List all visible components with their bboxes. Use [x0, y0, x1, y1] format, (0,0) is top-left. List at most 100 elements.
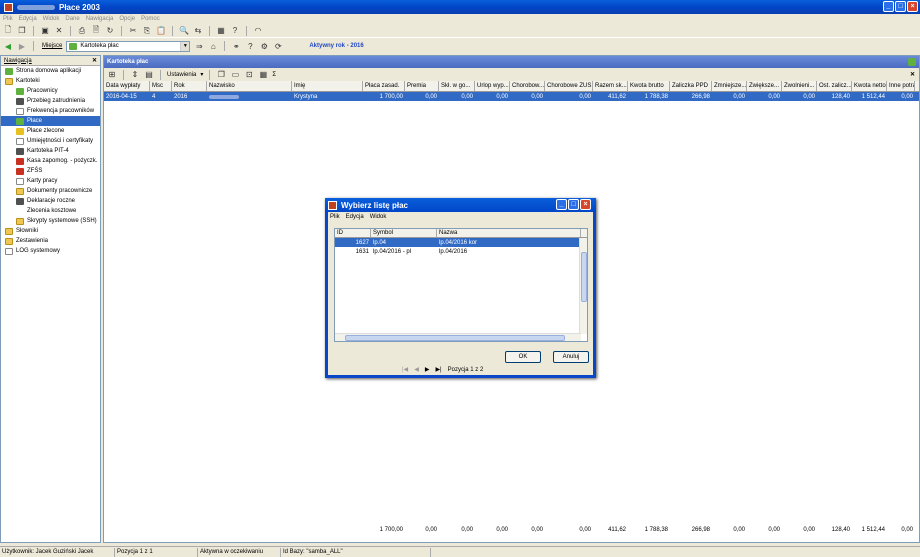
maximize-button[interactable]: □ [895, 1, 906, 12]
print-icon[interactable]: ⎙ [77, 26, 87, 36]
horizontal-scrollbar[interactable] [335, 333, 581, 341]
maximize-button[interactable]: □ [568, 199, 579, 210]
help-icon[interactable]: ? [230, 26, 240, 36]
menu-plik[interactable]: Plik [3, 16, 13, 22]
sync-icon[interactable]: ⟳ [273, 41, 283, 51]
next-record-icon[interactable]: ▶ [425, 366, 430, 373]
nav-item-frekwencja[interactable]: Frekwencja pracowników [1, 106, 100, 116]
col-header[interactable]: Data wypłaty [104, 81, 150, 91]
nav-item-zfss[interactable]: ZFŚS [1, 166, 100, 176]
scroll-thumb[interactable] [345, 335, 565, 341]
ok-button[interactable]: OK [505, 351, 541, 363]
close-button[interactable]: × [580, 199, 591, 210]
nav-item-place[interactable]: Płace [1, 116, 100, 126]
col-header[interactable]: Ost. zalicz... [817, 81, 852, 91]
col-header[interactable]: Nazwa [437, 229, 581, 237]
nav-item-home[interactable]: Strona domowa aplikacji [1, 66, 100, 76]
col-header[interactable]: Kwota netto [852, 81, 887, 91]
nav-item-log[interactable]: LOG systemowy [1, 246, 100, 256]
vertical-scrollbar[interactable] [579, 238, 587, 334]
cancel-button[interactable]: Anuluj [553, 351, 589, 363]
nav-item-zlecenia[interactable]: Zlecenia kosztowe [1, 206, 100, 216]
wireless-icon[interactable]: ◠ [253, 26, 263, 36]
print-preview-icon[interactable]: 🗎 [91, 25, 101, 36]
chevron-down-icon[interactable]: ▼ [180, 41, 190, 51]
nav-item-przebieg[interactable]: Przebieg zatrudnienia [1, 96, 100, 106]
col-header[interactable]: Inne potrą... [887, 81, 915, 91]
col-header[interactable]: Zwolnieni... [782, 81, 817, 91]
menu-dane[interactable]: Dane [65, 16, 79, 22]
nav-item-pit4[interactable]: Kartoteka PIT-4 [1, 146, 100, 156]
menu-pomoc[interactable]: Pomoc [141, 16, 160, 22]
window-icon[interactable]: ▭ [230, 70, 240, 80]
col-header[interactable]: Chorobowe ZUS [545, 81, 593, 91]
save-icon[interactable]: ▣ [40, 26, 50, 36]
chevron-down-icon[interactable]: ▾ [200, 71, 203, 78]
close-icon[interactable]: ✕ [92, 57, 97, 64]
find-icon[interactable]: 🔍 [179, 26, 189, 36]
close-button[interactable]: × [907, 1, 918, 12]
refresh-icon[interactable]: ↻ [105, 26, 115, 36]
col-header[interactable]: Imię [292, 81, 363, 91]
add-record-icon[interactable]: ⊞ [107, 70, 117, 80]
list-item[interactable]: 1627 lp.04 lp.04/2016 kor [335, 238, 587, 247]
col-header[interactable]: Premia [405, 81, 439, 91]
first-record-icon[interactable]: |◀ [402, 366, 408, 373]
cut-icon[interactable]: ✂ [128, 26, 138, 36]
nav-item-pracownicy[interactable]: Pracownicy [1, 86, 100, 96]
new-window-icon[interactable]: ❐ [216, 70, 226, 80]
new-window-icon[interactable]: ❐ [17, 26, 27, 36]
col-header[interactable]: Zaliczka PPD [670, 81, 712, 91]
col-header[interactable]: Zmniejsze... [712, 81, 747, 91]
location-combo[interactable]: Kartoteka płac ▼ [66, 40, 191, 52]
prev-record-icon[interactable]: ◀ [414, 366, 419, 373]
col-header[interactable]: Rok [172, 81, 207, 91]
delete-icon[interactable]: ✕ [54, 26, 64, 36]
go-icon[interactable]: ⇒ [194, 41, 204, 51]
nav-item-kartoteki[interactable]: Kartoteki [1, 76, 100, 86]
col-header[interactable]: Nazwisko [207, 81, 292, 91]
settings-dropdown[interactable]: Ustawienia [167, 72, 196, 78]
sum-icon[interactable]: Σ [272, 72, 276, 78]
col-header[interactable]: Chorobow... [510, 81, 545, 91]
binoculars-icon[interactable]: ⚭ [231, 41, 241, 51]
col-header[interactable]: Skł. w go... [439, 81, 475, 91]
menu-edycja[interactable]: Edycja [19, 16, 37, 22]
table-row[interactable]: 2016-04-15 4 2016 Krystyna 1 700,00 0,00… [104, 92, 919, 101]
close-icon[interactable]: ✕ [910, 71, 915, 78]
nav-item-slowniki[interactable]: Słowniki [1, 226, 100, 236]
dialog-menu-widok[interactable]: Widok [370, 214, 387, 220]
col-header[interactable]: Płaca zasad. [363, 81, 405, 91]
col-header[interactable]: ID [335, 229, 371, 237]
nav-item-deklaracje[interactable]: Deklaracje roczne [1, 196, 100, 206]
menu-nawigacja[interactable]: Nawigacja [86, 16, 114, 22]
col-header[interactable]: Msc [150, 81, 172, 91]
menu-widok[interactable]: Widok [43, 16, 60, 22]
col-header[interactable]: Kwota brutto [628, 81, 670, 91]
dialog-menu-edycja[interactable]: Edycja [346, 214, 364, 220]
back-icon[interactable]: ◀ [3, 41, 13, 51]
menu-opcje[interactable]: Opcje [119, 16, 135, 22]
paste-icon[interactable]: 📋 [156, 26, 166, 36]
last-record-icon[interactable]: ▶| [435, 366, 441, 373]
list-item[interactable]: 1631 lp.04/2016 - pl lp.04/2016 [335, 247, 587, 256]
nav-item-kasa[interactable]: Kasa zapomog. - pożyczk. [1, 156, 100, 166]
table-icon[interactable]: ▦ [258, 70, 268, 80]
col-header[interactable]: Razem sk... [593, 81, 628, 91]
sort-icon[interactable]: ⇕ [130, 70, 140, 80]
nav-item-zestawienia[interactable]: Zestawienia [1, 236, 100, 246]
nav-item-dokumenty[interactable]: Dokumenty pracownicze [1, 186, 100, 196]
network-icon[interactable]: ⚙ [259, 41, 269, 51]
nav-item-karty-pracy[interactable]: Karty pracy [1, 176, 100, 186]
grid-view-icon[interactable]: ▤ [144, 70, 154, 80]
col-header[interactable]: Urlop wyp... [475, 81, 510, 91]
copy-icon[interactable]: ⎘ [142, 26, 152, 36]
scroll-thumb[interactable] [581, 252, 587, 302]
dialog-menu-plik[interactable]: Plik [330, 214, 340, 220]
nav-item-umiejetnosci[interactable]: Umiejętności i certyfikaty [1, 136, 100, 146]
col-header[interactable]: Zwiększe... [747, 81, 782, 91]
replace-icon[interactable]: ⇆ [193, 26, 203, 36]
forward-icon[interactable]: ▶ [17, 41, 27, 51]
minimize-button[interactable]: _ [556, 199, 567, 210]
export-icon[interactable]: ⊡ [244, 70, 254, 80]
